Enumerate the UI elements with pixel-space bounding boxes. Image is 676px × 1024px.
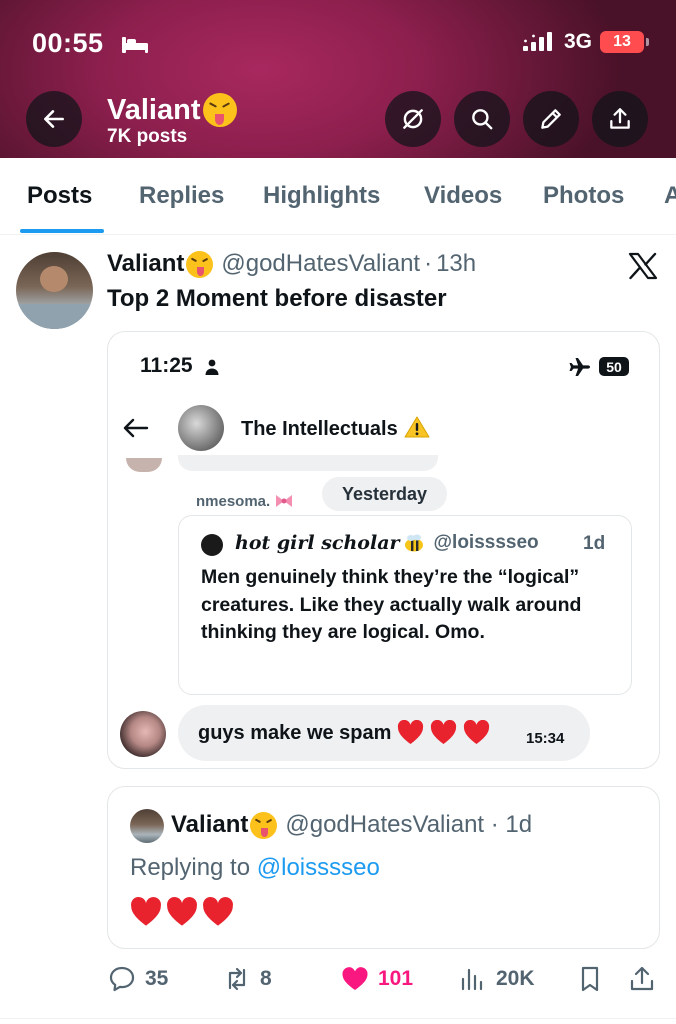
author-avatar[interactable] <box>16 252 93 329</box>
heart-filled-icon <box>342 967 368 990</box>
chat-message: guys make we spam <box>198 720 490 745</box>
repost-button[interactable]: 8 <box>222 964 272 994</box>
author-name[interactable]: Valiant <box>107 250 184 278</box>
arrow-left-icon <box>123 418 149 438</box>
message-sender: nmesoma. <box>196 493 294 510</box>
shared-post-time: 1d <box>583 533 606 554</box>
reply-author-name: Valiant <box>171 811 249 838</box>
replying-to: Replying to @loisssseo <box>130 854 380 881</box>
shared-post-handle: @loisssseo <box>433 532 539 553</box>
tab-posts[interactable]: Posts <box>27 182 92 210</box>
post-header: Valiant @godHatesValiant · 13h <box>107 250 476 278</box>
post-image[interactable]: 11:25 50 The Intellectuals nmesoma. Yest… <box>107 331 660 769</box>
red-heart-emoji-icon <box>167 897 197 926</box>
shared-post-author: hot girl scholar <box>235 532 400 554</box>
back-button[interactable] <box>26 91 82 147</box>
status-right: 3G 13 <box>522 30 649 54</box>
reply-count: 35 <box>145 967 169 990</box>
post-time[interactable]: 13h <box>436 250 476 278</box>
group-name: The Intellectuals <box>241 416 430 441</box>
tab-videos[interactable]: Videos <box>424 182 502 210</box>
active-tab-indicator <box>20 229 104 233</box>
red-heart-emoji-icon <box>464 720 490 744</box>
profile-name: Valiant <box>107 93 237 127</box>
comment-icon <box>109 966 135 992</box>
shared-post-header: hot girl scholar @loisssseo <box>235 532 539 554</box>
repost-icon <box>228 967 246 991</box>
profile-tabs: Posts Replies Highlights Videos Photos A <box>0 158 676 235</box>
separator-dot: · <box>424 250 433 277</box>
red-heart-emoji-icon <box>431 720 457 744</box>
squinting-tongue-emoji-icon <box>186 250 214 278</box>
signal-icon <box>522 32 552 51</box>
previous-message-bubble <box>178 455 438 471</box>
bookmark-button[interactable] <box>575 964 605 994</box>
shared-post-card: hot girl scholar @loisssseo 1d Men genui… <box>178 515 632 695</box>
message-avatar <box>120 711 166 757</box>
warning-icon <box>404 416 430 438</box>
search-icon <box>472 109 493 130</box>
profile-post-count: 7K posts <box>107 126 188 147</box>
tab-highlights[interactable]: Highlights <box>263 182 380 210</box>
profile-header: 00:55 3G 13 Valiant 7K posts <box>0 0 676 158</box>
status-time: 00:55 <box>32 28 104 58</box>
search-button[interactable] <box>454 91 510 147</box>
red-heart-emoji-icon <box>398 720 424 744</box>
edit-button[interactable] <box>523 91 579 147</box>
battery-icon: 13 <box>600 31 649 53</box>
post-text: Top 2 Moment before disaster <box>107 285 447 312</box>
arrow-left-icon <box>44 110 64 128</box>
date-separator-chip: Yesterday <box>322 477 447 511</box>
tab-articles[interactable]: A <box>664 182 676 210</box>
grok-button[interactable] <box>385 91 441 147</box>
analytics-icon <box>461 968 483 991</box>
reply-author-avatar <box>130 809 164 843</box>
mention-link[interactable]: @loisssseo <box>257 854 380 881</box>
red-heart-emoji-icon <box>203 897 233 926</box>
post-divider <box>0 1018 676 1019</box>
chat-message-time: 15:34 <box>526 730 565 747</box>
share-post-button[interactable] <box>627 964 657 994</box>
bee-emoji-icon <box>404 534 423 552</box>
tab-replies[interactable]: Replies <box>139 182 224 210</box>
views-button[interactable]: 20K <box>458 964 535 994</box>
share-button[interactable] <box>592 91 648 147</box>
grok-icon <box>403 109 423 129</box>
squinting-tongue-emoji-icon <box>202 93 237 127</box>
person-icon <box>205 359 219 375</box>
sleep-focus-icon <box>122 37 148 53</box>
network-label: 3G <box>563 30 592 53</box>
battery-level: 13 <box>613 33 631 50</box>
share-icon <box>630 966 654 991</box>
chat-message-bubble: guys make we spam 15:34 <box>178 705 590 761</box>
reply-button[interactable]: 35 <box>107 964 168 994</box>
like-count: 101 <box>378 967 414 990</box>
quoted-reply-card[interactable]: Valiant @godHatesValiant · 1d Replying t… <box>107 786 660 949</box>
like-button[interactable]: 101 <box>340 964 413 994</box>
squinting-tongue-emoji-icon <box>250 811 278 839</box>
reply-header: Valiant @godHatesValiant · 1d <box>171 811 532 839</box>
tab-photos[interactable]: Photos <box>543 182 624 210</box>
reply-text <box>130 897 234 927</box>
previous-message-avatar <box>126 458 162 472</box>
image-status-time: 11:25 <box>140 354 193 377</box>
image-battery-icon: 50 <box>599 357 629 376</box>
shared-post-avatar <box>201 534 223 556</box>
ribbon-icon <box>276 495 293 507</box>
airplane-icon <box>569 358 590 376</box>
pencil-icon <box>541 109 561 129</box>
share-icon <box>610 108 630 129</box>
views-count: 20K <box>496 967 535 990</box>
x-logo-icon <box>628 252 658 280</box>
author-handle[interactable]: @godHatesValiant <box>221 250 420 278</box>
group-avatar <box>178 405 224 451</box>
bookmark-icon <box>581 966 599 992</box>
red-heart-emoji-icon <box>131 897 161 926</box>
shared-post-text: Men genuinely think they’re the “logical… <box>201 566 582 643</box>
reply-meta: @godHatesValiant · 1d <box>285 811 533 838</box>
repost-count: 8 <box>260 967 272 990</box>
